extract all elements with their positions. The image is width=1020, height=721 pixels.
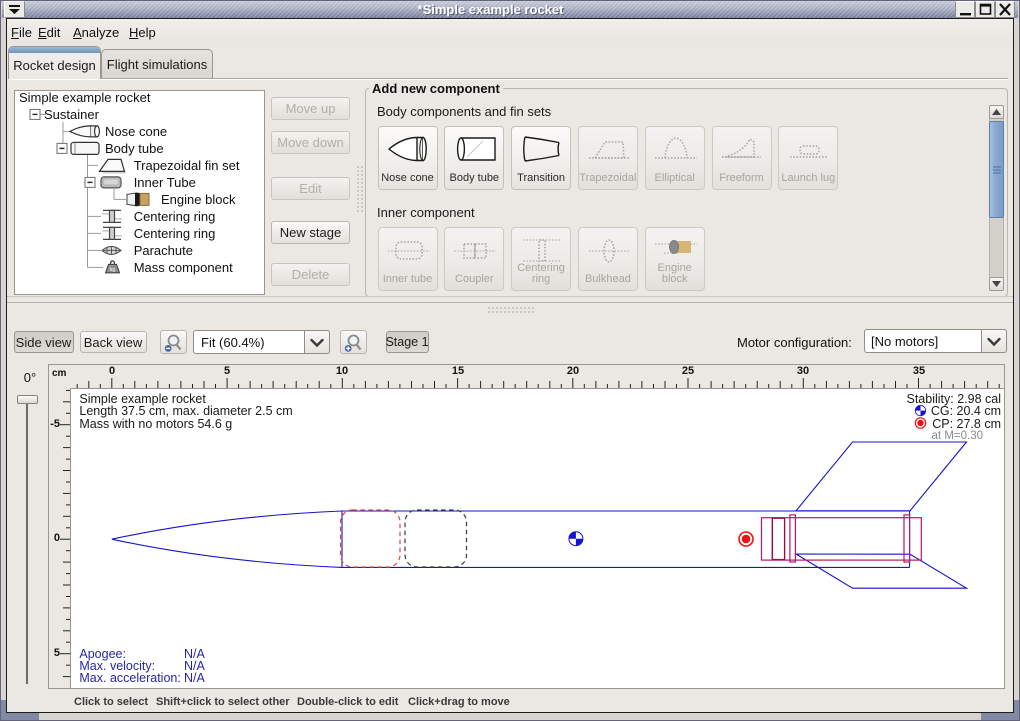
svg-text:kg: kg xyxy=(110,267,116,273)
